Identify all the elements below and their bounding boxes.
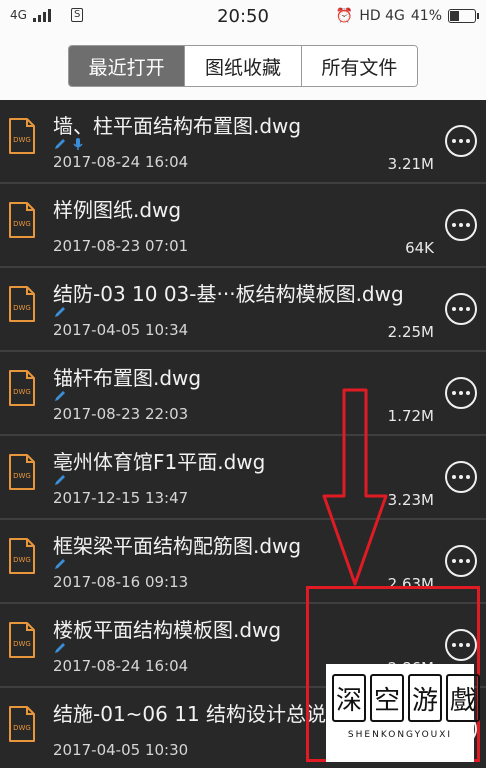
file-name: 楼板平面结构模板图.dwg <box>53 618 282 642</box>
pen-icon <box>55 559 65 569</box>
file-tags <box>53 137 85 151</box>
file-name: 样例图纸.dwg <box>53 198 182 222</box>
file-row[interactable]: DWG 样例图纸.dwg 2017-08-23 07:01 64K <box>0 184 486 268</box>
tab-0[interactable]: 最近打开 <box>69 46 185 86</box>
pen-icon <box>55 643 65 653</box>
file-row[interactable]: DWG 亳州体育馆F1平面.dwg 2017-12-15 13:47 3.23M <box>0 436 486 520</box>
dwg-icon-label: DWG <box>13 304 31 312</box>
watermark-glyph: 戲 <box>446 674 480 722</box>
dwg-file-icon: DWG <box>9 622 35 658</box>
more-options-button[interactable] <box>445 629 477 661</box>
more-options-button[interactable] <box>445 125 477 157</box>
file-size: 64K <box>405 239 434 257</box>
dwg-icon-label: DWG <box>13 220 31 228</box>
file-tags <box>53 305 67 319</box>
more-options-button[interactable] <box>445 209 477 241</box>
network-type-label: HD 4G <box>359 8 405 24</box>
watermark-glyphs: 深 空 游 戲 <box>332 674 480 722</box>
file-date: 2017-12-15 13:47 <box>53 489 189 507</box>
file-date: 2017-04-05 10:30 <box>53 741 189 759</box>
file-tags <box>53 473 67 487</box>
dwg-icon-label: DWG <box>13 136 31 144</box>
watermark-subtitle: SHENKONGYOUXI <box>347 730 453 740</box>
mic-icon <box>73 138 83 150</box>
pen-icon <box>55 391 65 401</box>
more-options-button[interactable] <box>445 293 477 325</box>
more-options-button[interactable] <box>445 545 477 577</box>
file-date: 2017-08-24 16:04 <box>53 657 189 675</box>
file-row[interactable]: DWG 结防-03 10 03-基···板结构模板图.dwg 2017-04-05 … <box>0 268 486 352</box>
watermark-glyph: 空 <box>370 674 404 722</box>
file-name: 锚杆布置图.dwg <box>53 366 202 390</box>
tab-1[interactable]: 图纸收藏 <box>184 46 301 86</box>
pen-icon <box>55 475 65 485</box>
tab-bar: 最近打开 图纸收藏 所有文件 <box>68 45 418 87</box>
file-row[interactable]: DWG 框架梁平面结构配筋图.dwg 2017-08-16 09:13 2.63M <box>0 520 486 604</box>
battery-level <box>450 11 460 21</box>
tab-2[interactable]: 所有文件 <box>300 46 417 86</box>
more-options-button[interactable] <box>445 461 477 493</box>
file-row[interactable]: DWG 墙、柱平面结构布置图.dwg 2017-08-24 16:04 3.21M <box>0 100 486 184</box>
file-size: 1.72M <box>387 407 434 425</box>
file-tags <box>53 557 67 571</box>
status-bar: 4G S 20:50 ⏰ HD 4G 41% <box>0 0 486 34</box>
file-tags <box>53 389 67 403</box>
dwg-file-icon: DWG <box>9 454 35 490</box>
dwg-icon-label: DWG <box>13 388 31 396</box>
file-size: 2.25M <box>387 323 434 341</box>
file-name: 墙、柱平面结构布置图.dwg <box>53 114 302 138</box>
dwg-file-icon: DWG <box>9 538 35 574</box>
dwg-file-icon: DWG <box>9 202 35 238</box>
dwg-icon-label: DWG <box>13 640 31 648</box>
file-name: 框架梁平面结构配筋图.dwg <box>53 534 302 558</box>
alarm-icon: ⏰ <box>335 8 354 24</box>
watermark-logo: 深 空 游 戲 SHENKONGYOUXI <box>326 664 480 762</box>
tab-area: 最近打开 图纸收藏 所有文件 <box>0 34 486 100</box>
battery-percent: 41% <box>410 8 442 24</box>
file-name: 结施-01~06 11 结构设计总说 <box>53 702 327 726</box>
dwg-icon-label: DWG <box>13 472 31 480</box>
dwg-icon-label: DWG <box>13 556 31 564</box>
status-right: ⏰ HD 4G 41% <box>335 8 479 24</box>
file-name: 亳州体育馆F1平面.dwg <box>53 450 266 474</box>
dwg-icon-label: DWG <box>13 724 31 732</box>
file-date: 2017-08-16 09:13 <box>53 573 189 591</box>
pen-icon <box>55 139 65 149</box>
dwg-file-icon: DWG <box>9 370 35 406</box>
dwg-file-icon: DWG <box>9 286 35 322</box>
dwg-file-icon: DWG <box>9 118 35 154</box>
file-tags <box>53 641 67 655</box>
dwg-file-icon: DWG <box>9 706 35 742</box>
file-size: 2.63M <box>387 575 434 593</box>
file-row[interactable]: DWG 锚杆布置图.dwg 2017-08-23 22:03 1.72M <box>0 352 486 436</box>
file-size: 3.21M <box>387 155 434 173</box>
watermark-glyph: 游 <box>408 674 442 722</box>
watermark-glyph: 深 <box>332 674 366 722</box>
file-date: 2017-08-24 16:04 <box>53 153 189 171</box>
file-size: 3.23M <box>387 491 434 509</box>
battery-icon <box>448 9 479 23</box>
file-name: 结防-03 10 03-基···板结构模板图.dwg <box>53 282 404 306</box>
file-date: 2017-04-05 10:34 <box>53 321 189 339</box>
more-options-button[interactable] <box>445 377 477 409</box>
file-date: 2017-08-23 22:03 <box>53 405 189 423</box>
pen-icon <box>55 307 65 317</box>
file-date: 2017-08-23 07:01 <box>53 237 189 255</box>
